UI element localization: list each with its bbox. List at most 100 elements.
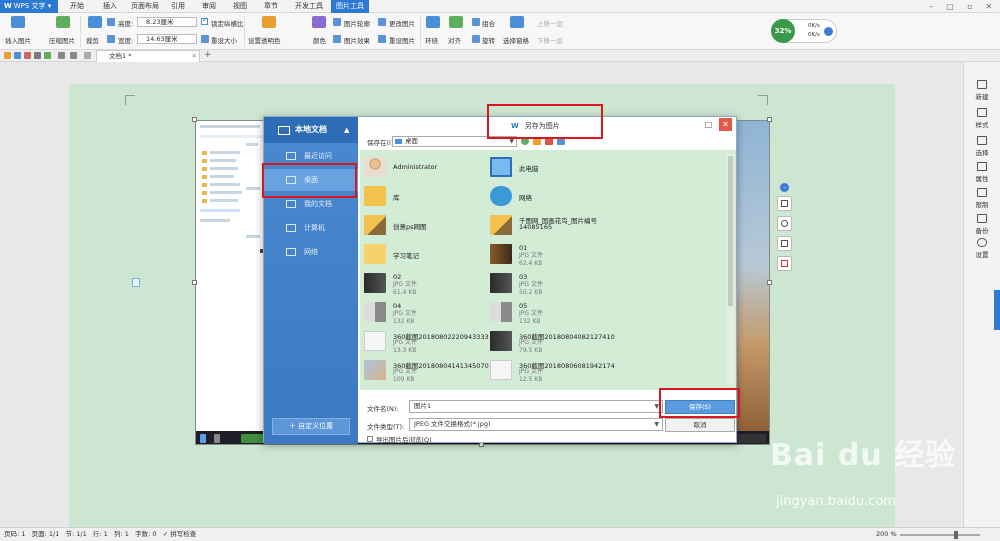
- list-item[interactable]: 网络: [490, 183, 620, 211]
- rotate-handle-icon[interactable]: –: [780, 183, 789, 192]
- color-button[interactable]: 颜色: [313, 35, 326, 45]
- list-item[interactable]: 03 JPG 文件 50.2 KB: [490, 270, 620, 298]
- new-tab-icon[interactable]: +: [204, 50, 212, 61]
- nav-header[interactable]: 本地文档 ▲: [264, 117, 358, 143]
- lock-ratio-checkbox[interactable]: [201, 16, 208, 25]
- nav-item-network[interactable]: 网络: [264, 241, 358, 263]
- tab-insert[interactable]: 插入: [98, 0, 122, 13]
- set-transparent-button[interactable]: 设置透明色: [248, 35, 281, 45]
- export-pdf-icon[interactable]: [24, 52, 31, 59]
- tab-view[interactable]: 视图: [228, 0, 252, 13]
- filename-input[interactable]: 图片1 ▼: [409, 400, 663, 413]
- list-item[interactable]: 04 JPG 文件 132 KB: [364, 299, 494, 327]
- jpg-thumbnail: [490, 302, 512, 322]
- file-list[interactable]: Administrator 此电脑 库 网络 创意ps网图 千图网_国画花鸟_图…: [360, 150, 736, 390]
- nav-item-computer[interactable]: 计算机: [264, 217, 358, 239]
- close-icon[interactable]: ✕: [719, 118, 732, 131]
- resize-handle[interactable]: [192, 117, 197, 122]
- picture-edit-button[interactable]: [777, 256, 792, 271]
- reset-picture-button[interactable]: 重设图片: [389, 35, 415, 45]
- chevron-down-icon[interactable]: ▼: [654, 419, 659, 430]
- close-tab-icon[interactable]: ✕: [192, 51, 197, 62]
- minimize-icon[interactable]: –: [925, 1, 937, 12]
- pane-settings[interactable]: 设置: [964, 238, 1000, 259]
- list-item[interactable]: 360截图20180804082127410 JPG 文件 79.5 KB: [490, 328, 620, 356]
- picture-outline-button[interactable]: 图片轮廓: [344, 18, 370, 28]
- chevron-up-icon[interactable]: ▲: [344, 117, 349, 143]
- undo-icon[interactable]: [58, 52, 65, 59]
- maximize-icon[interactable]: □: [944, 1, 956, 12]
- reset-size-button[interactable]: 重设大小: [211, 35, 237, 45]
- bring-forward-button[interactable]: 上移一层: [537, 18, 563, 28]
- pane-collapse-handle[interactable]: [994, 290, 1000, 330]
- tab-page-layout[interactable]: 页面布局: [126, 0, 164, 13]
- list-item[interactable]: 360截图20180806081942174 JPG 文件 12.5 KB: [490, 357, 620, 385]
- group-button[interactable]: 组合: [482, 18, 495, 28]
- crop-mini-button[interactable]: [777, 236, 792, 251]
- list-item[interactable]: 库: [364, 183, 494, 211]
- pane-new[interactable]: 新建: [964, 80, 1000, 101]
- file-meta: JPG 文件 50.2 KB: [519, 281, 543, 297]
- browse-after-export-checkbox[interactable]: [367, 436, 373, 442]
- layout-options-button[interactable]: [777, 196, 792, 211]
- pane-style[interactable]: 样式: [964, 108, 1000, 129]
- selection-pane-button[interactable]: 选择窗格: [503, 35, 529, 45]
- file-list-scrollbar[interactable]: [727, 154, 734, 386]
- rotate-button[interactable]: 旋转: [482, 35, 495, 45]
- list-item[interactable]: 创意ps网图: [364, 212, 494, 240]
- zoom-slider[interactable]: [900, 534, 980, 536]
- tab-chapter[interactable]: 章节: [259, 0, 283, 13]
- zoom-button[interactable]: [777, 216, 792, 231]
- height-input[interactable]: 8.23厘米: [137, 17, 197, 27]
- list-item[interactable]: 360截图20180802220943333 JPG 文件 13.3 KB: [364, 328, 494, 356]
- list-item[interactable]: 360截图20180804141345070 JPG 文件 109 KB: [364, 357, 494, 385]
- cancel-button[interactable]: 取消: [665, 418, 735, 432]
- align-button[interactable]: 对齐: [448, 35, 461, 45]
- insert-picture-button[interactable]: 插入图片: [5, 35, 31, 45]
- network-speed-widget[interactable]: 32% 0K/s 0K/s: [771, 19, 837, 43]
- resize-handle[interactable]: [767, 117, 772, 122]
- send-backward-button[interactable]: 下移一层: [537, 35, 563, 45]
- filetype-select[interactable]: JPEG 文件交换格式(*.jpg) ▼: [409, 418, 663, 431]
- zoom-slider-knob[interactable]: [954, 531, 958, 539]
- custom-location-button[interactable]: ＋ 自定义位置: [272, 418, 350, 435]
- crop-button[interactable]: 裁剪: [86, 35, 99, 45]
- app-menu-button[interactable]: W WPS 文字 ▾: [0, 0, 58, 13]
- zoom-level[interactable]: 200 %: [876, 528, 897, 541]
- print-icon[interactable]: [34, 52, 41, 59]
- redo-icon[interactable]: [70, 52, 77, 59]
- customize-icon[interactable]: [84, 52, 91, 59]
- list-item[interactable]: Administrator: [364, 154, 494, 182]
- restore-icon[interactable]: ▫: [964, 1, 976, 12]
- speed-logo-icon: [824, 27, 833, 36]
- tab-picture-tools[interactable]: 图片工具: [331, 0, 369, 13]
- pane-select[interactable]: 选择: [964, 136, 1000, 157]
- picture-effect-button[interactable]: 图片效果: [344, 35, 370, 45]
- width-input[interactable]: 14.63厘米: [137, 34, 197, 44]
- open-icon[interactable]: [4, 52, 11, 59]
- list-item[interactable]: 01 JPG 文件 62.4 KB: [490, 241, 620, 269]
- tab-review[interactable]: 审阅: [197, 0, 221, 13]
- list-item[interactable]: 02 JPG 文件 61.4 KB: [364, 270, 494, 298]
- maximize-icon[interactable]: □: [702, 118, 715, 131]
- list-item[interactable]: 此电脑: [490, 154, 620, 182]
- wrap-button[interactable]: 环绕: [425, 35, 438, 45]
- compress-picture-button[interactable]: 压缩图片: [49, 35, 75, 45]
- tab-references[interactable]: 引用: [166, 0, 190, 13]
- resize-handle[interactable]: [767, 280, 772, 285]
- pane-properties[interactable]: 属性: [964, 162, 1000, 183]
- document-tab[interactable]: 文档1 * ✕: [96, 50, 200, 62]
- list-item[interactable]: 05 JPG 文件 132 KB: [490, 299, 620, 327]
- tab-developer[interactable]: 开发工具: [290, 0, 328, 13]
- scrollbar-thumb[interactable]: [728, 156, 733, 306]
- resize-handle[interactable]: [192, 280, 197, 285]
- pane-backup[interactable]: 备份: [964, 214, 1000, 235]
- pane-restrict[interactable]: 限制: [964, 188, 1000, 209]
- preview-icon[interactable]: [44, 52, 51, 59]
- list-item[interactable]: 学习笔记: [364, 241, 494, 269]
- tab-home[interactable]: 开始: [65, 0, 89, 13]
- list-item[interactable]: 千图网_国画花鸟_图片编号 14085165: [490, 212, 730, 240]
- change-picture-button[interactable]: 更改图片: [389, 18, 415, 28]
- save-icon[interactable]: [14, 52, 21, 59]
- close-icon[interactable]: ✕: [983, 1, 995, 12]
